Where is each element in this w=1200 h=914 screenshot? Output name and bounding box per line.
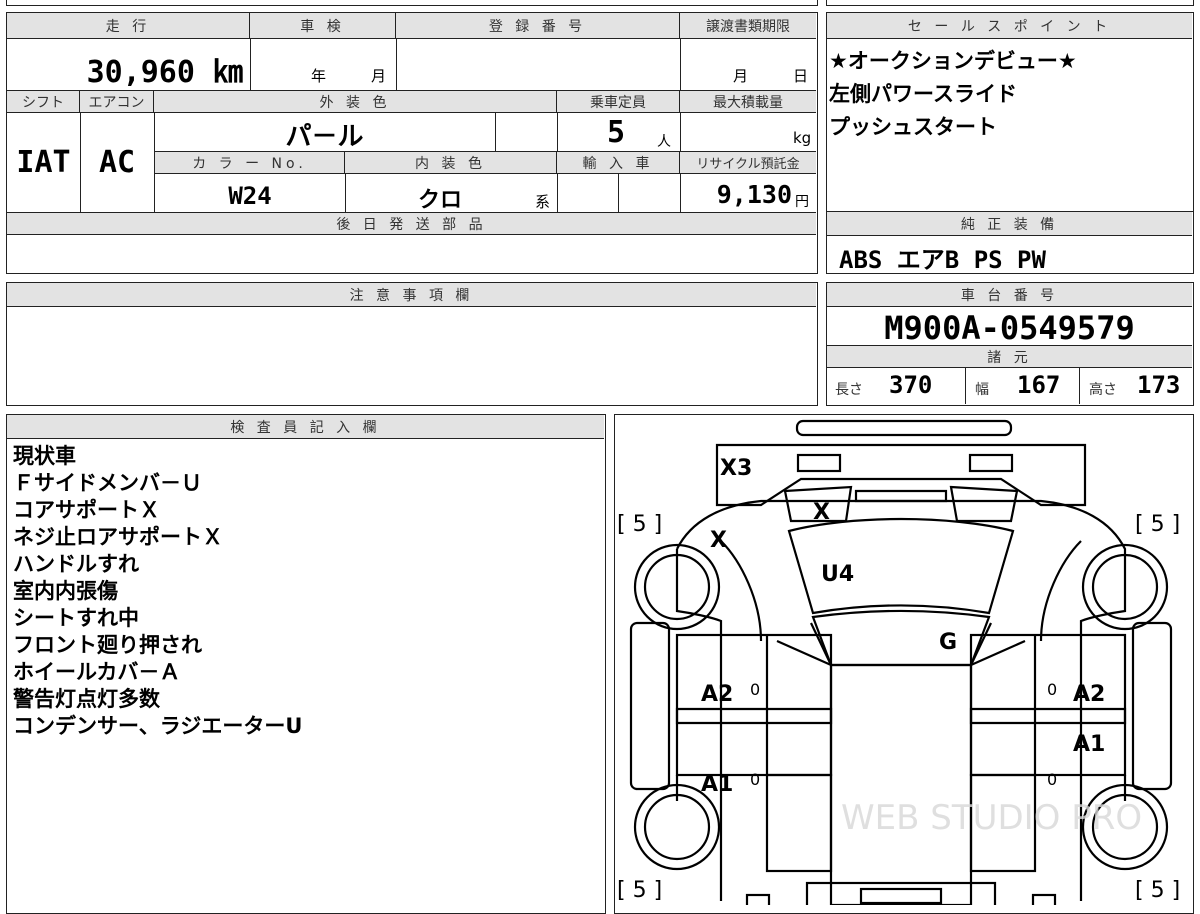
zero-right-rear: 0 xyxy=(1047,770,1057,789)
width-label: 幅 xyxy=(975,382,989,398)
shaken-year: 年 xyxy=(311,67,327,85)
color-no-value: W24 xyxy=(228,182,272,210)
car-diagram-box: X3 X X U4 G A2 A2 A1 A1 [ 5 ] [ 5 ] [ 5 … xyxy=(614,414,1194,914)
inspector-line: シートすれ中 xyxy=(13,606,139,630)
recycle-unit: 円 xyxy=(795,194,809,210)
mark-left-rear-door: A1 xyxy=(701,772,733,797)
int-color-header: 内 装 色 xyxy=(345,152,557,174)
height-value: 173 xyxy=(1137,371,1181,399)
ac-value: AC xyxy=(98,145,136,180)
import-header: 輸 入 車 xyxy=(557,152,680,174)
mark-right-rear-door: A1 xyxy=(1073,732,1105,757)
tire-front-right: [ 5 ] xyxy=(1135,512,1180,537)
sales-points-box: セ ー ル ス ポ イ ン ト ★オークションデビュー★ 左側パワースライド プ… xyxy=(826,12,1194,212)
zero-left-front: 0 xyxy=(750,680,760,699)
mark-windshield: G xyxy=(939,630,957,655)
tire-rear-left: [ 5 ] xyxy=(617,878,662,903)
top-strip xyxy=(6,0,818,6)
int-color-unit: 系 xyxy=(535,193,551,211)
sales-point: 左側パワースライド xyxy=(829,82,1017,106)
capacity-unit: 人 xyxy=(657,134,671,150)
sales-point: プッシュスタート xyxy=(829,115,997,139)
zero-right-front: 0 xyxy=(1047,680,1057,699)
mark-left-front-door: A2 xyxy=(701,682,733,707)
zero-left-rear: 0 xyxy=(750,770,760,789)
car-diagram: X3 X X U4 G A2 A2 A1 A1 [ 5 ] [ 5 ] [ 5 … xyxy=(617,419,1180,905)
transfer-header: 譲渡書類期限 xyxy=(680,13,816,39)
inspector-line: 現状車 xyxy=(13,444,76,468)
maxload-header: 最大積載量 xyxy=(680,91,816,113)
recycle-value: 9,130 xyxy=(716,180,792,209)
sales-points-list: ★オークションデビュー★ 左側パワースライド プッシュスタート xyxy=(829,45,1077,144)
chassis-header: 車 台 番 号 xyxy=(827,283,1192,307)
transfer-day: 日 xyxy=(793,67,809,85)
width-value: 167 xyxy=(1017,371,1061,399)
spec-header: 諸 元 xyxy=(827,346,1192,368)
shift-header: シフト xyxy=(7,91,80,113)
mileage-header: 走 行 xyxy=(7,13,250,39)
sales-point: ★オークションデビュー★ xyxy=(829,49,1077,73)
shaken-month: 月 xyxy=(371,67,387,85)
vehicle-info-table: 走 行 車 検 登 録 番 号 譲渡書類期限 30,960 ㎞ 年 月 月 日 … xyxy=(6,12,818,274)
tire-front-left: [ 5 ] xyxy=(617,512,662,537)
mark-right-front-door: A2 xyxy=(1073,682,1105,707)
mark-front-panel: X3 xyxy=(720,456,752,481)
inspector-line: Ｆサイドメンバ－Ｕ xyxy=(13,471,202,495)
notes-box: 注 意 事 項 欄 xyxy=(6,282,818,406)
inspector-line: ネジ止ロアサポートＸ xyxy=(13,525,223,549)
inspector-line: フロント廻り押され xyxy=(13,633,202,657)
mark-left-fender: X xyxy=(710,528,727,553)
mark-grille: X xyxy=(813,500,830,525)
inspector-line: 室内内張傷 xyxy=(13,579,118,603)
parts-header: 後 日 発 送 部 品 xyxy=(7,213,816,235)
notes-header: 注 意 事 項 欄 xyxy=(7,283,816,307)
inspector-header: 検 査 員 記 入 欄 xyxy=(7,415,604,439)
inspector-line: 警告灯点灯多数 xyxy=(13,687,160,711)
inspector-line: コアサポートＸ xyxy=(13,498,160,522)
watermark: WEB STUDIO PRO xyxy=(841,798,1142,838)
tire-rear-right: [ 5 ] xyxy=(1135,878,1180,903)
maxload-unit: kg xyxy=(793,129,812,147)
length-value: 370 xyxy=(889,371,933,399)
inspector-line: ハンドルすれ xyxy=(13,552,139,576)
chassis-number: M900A-0549579 xyxy=(884,309,1135,347)
capacity-value: 5 xyxy=(607,115,626,150)
inspector-lines: 現状車 Ｆサイドメンバ－Ｕ コアサポートＸ ネジ止ロアサポートＸ ハンドルすれ … xyxy=(13,443,302,740)
inspector-line: コンデンサー、ラジエーターU xyxy=(13,714,303,738)
sales-points-header: セ ー ル ス ポ イ ン ト xyxy=(827,13,1192,39)
inspector-line: ホイールカバ－Ａ xyxy=(13,660,181,684)
transfer-month: 月 xyxy=(733,67,749,85)
height-label: 高さ xyxy=(1089,382,1117,398)
ext-color-value: パ－ル xyxy=(285,122,364,152)
shaken-header: 車 検 xyxy=(250,13,396,39)
mileage-value: 30,960 ㎞ xyxy=(86,55,243,90)
registration-header: 登 録 番 号 xyxy=(396,13,680,39)
mark-hood: U4 xyxy=(821,562,854,587)
top-strip-right xyxy=(826,0,1194,6)
equipment-header: 純 正 装 備 xyxy=(827,212,1192,236)
color-no-header: カ ラ ー No. xyxy=(155,152,345,174)
equipment-value: ABS エアB PS PW xyxy=(839,246,1046,274)
ext-color-header: 外 装 色 xyxy=(154,91,557,113)
inspector-box: 検 査 員 記 入 欄 現状車 Ｆサイドメンバ－Ｕ コアサポートＸ ネジ止ロアサ… xyxy=(6,414,606,914)
shift-value: IAT xyxy=(16,145,71,180)
ac-header: エアコン xyxy=(80,91,154,113)
recycle-header: リサイクル預託金 xyxy=(680,152,816,174)
equipment-box: 純 正 装 備 ABS エアB PS PW xyxy=(826,211,1194,274)
int-color-value: クロ xyxy=(417,188,462,213)
capacity-header: 乗車定員 xyxy=(557,91,680,113)
length-label: 長さ xyxy=(835,382,863,398)
chassis-box: 車 台 番 号 M900A-0549579 諸 元 長さ 370 幅 167 高… xyxy=(826,282,1194,406)
